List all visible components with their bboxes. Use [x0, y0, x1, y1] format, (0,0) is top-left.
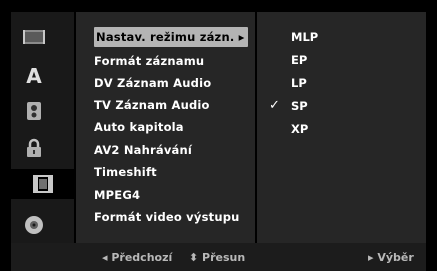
svg-text:A: A — [26, 65, 42, 85]
menu-item-av2-record[interactable]: AV2 Nahrávání — [94, 140, 192, 160]
option-mlp[interactable]: MLP — [291, 27, 318, 47]
submenu-arrow-icon: ▸ — [238, 30, 245, 44]
menu-item-dv-audio[interactable]: DV Záznam Audio — [94, 73, 211, 93]
option-sp[interactable]: SP — [291, 96, 308, 116]
menu-item-mpeg4[interactable]: MPEG4 — [94, 185, 140, 205]
padlock-icon[interactable] — [21, 137, 47, 159]
letter-a-icon[interactable]: A — [21, 64, 47, 86]
option-lp[interactable]: LP — [291, 73, 307, 93]
film-strip-icon[interactable] — [21, 26, 47, 48]
disc-speaker-icon[interactable] — [21, 100, 47, 122]
column-divider-left — [74, 12, 76, 243]
option-ep[interactable]: EP — [291, 50, 307, 70]
disc-icon[interactable] — [21, 214, 47, 236]
footer-prev-hint: ◂ Předchozí — [102, 251, 173, 264]
film-frame-icon[interactable] — [11, 169, 74, 199]
menu-item-video-output-format[interactable]: Formát video výstupu — [94, 207, 240, 227]
menu-item-label: Nastav. režimu zázn. — [96, 30, 235, 44]
menu-item-record-format[interactable]: Formát záznamu — [94, 51, 204, 71]
menu-item-timeshift[interactable]: Timeshift — [94, 162, 157, 182]
footer-hint-bar: ◂ Předchozí ⬍ Přesun ▸ Výběr — [11, 243, 426, 271]
menu-item-auto-chapter[interactable]: Auto kapitola — [94, 117, 184, 137]
footer-select-hint: ▸ Výběr — [368, 251, 414, 264]
column-divider-right — [255, 12, 257, 243]
menu-item-record-mode[interactable]: Nastav. režimu zázn. ▸ — [94, 27, 248, 47]
check-icon: ✓ — [269, 98, 280, 113]
option-xp[interactable]: XP — [291, 119, 308, 139]
menu-item-tv-audio[interactable]: TV Záznam Audio — [94, 95, 210, 115]
footer-move-hint: ⬍ Přesun — [189, 251, 246, 264]
